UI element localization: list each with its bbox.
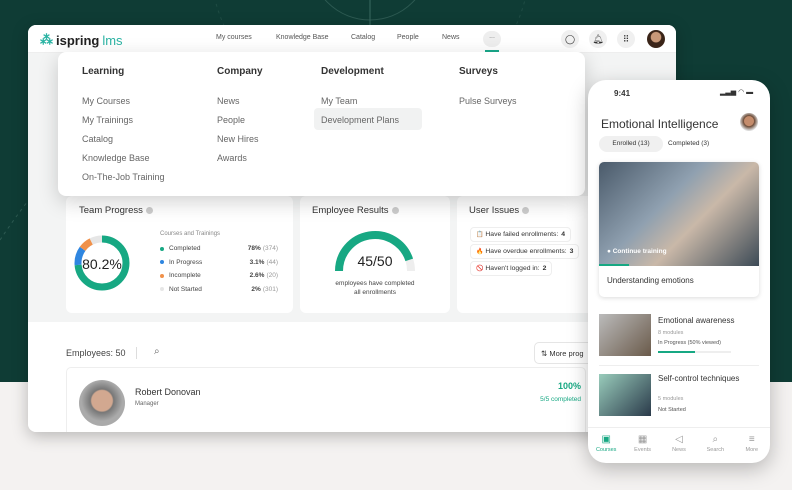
legend-dot xyxy=(160,246,164,251)
more-dropdown-menu: Learning My Courses My Trainings Catalog Kno… xyxy=(58,52,585,196)
tabbar-search[interactable]: ⌕ Search xyxy=(700,434,730,463)
menu-item[interactable]: Development Plans xyxy=(321,115,399,125)
menu-heading: Surveys xyxy=(459,66,498,77)
employee-avatar xyxy=(79,380,125,426)
legend-dot xyxy=(160,260,164,264)
menu-item[interactable]: On-The-Job Training xyxy=(82,172,165,182)
help-icon[interactable] xyxy=(391,206,399,214)
search-icon: ⌕ xyxy=(712,434,719,445)
top-header: ⁂ ispring lms My courses Knowledge Base Ca… xyxy=(28,25,676,53)
employee-row[interactable]: Robert Donovan Manager 100% 5/5 complete… xyxy=(66,367,586,432)
tabbar-courses[interactable]: ▣ Courses xyxy=(591,434,621,463)
continue-training[interactable]: Continue training xyxy=(613,248,667,255)
menu-heading: Learning xyxy=(82,66,125,77)
phone-tabbar: ▣ Courses ▦ Events ◁ News ⌕ Search ≡ More xyxy=(588,427,770,463)
calendar-icon: ▦ xyxy=(637,434,648,445)
course-thumb xyxy=(599,374,651,416)
legend-dot xyxy=(160,287,164,291)
tabbar-events[interactable]: ▦ Events xyxy=(628,434,658,463)
tabbar-more[interactable]: ≡ More xyxy=(737,434,767,463)
legend-dot xyxy=(160,273,164,278)
course-thumb xyxy=(599,314,651,356)
menu-item[interactable]: Catalog xyxy=(82,134,113,144)
user-avatar[interactable] xyxy=(647,30,665,48)
menu-item[interactable]: People xyxy=(217,115,245,125)
nav-knowledge-base[interactable]: Knowledge Base xyxy=(276,34,329,41)
issue-icon: 🔥 xyxy=(476,249,484,255)
employee-pct: 100% xyxy=(557,381,581,391)
ispring-logo[interactable]: ⁂ ispring lms xyxy=(40,32,123,48)
menu-item[interactable]: My Courses xyxy=(82,96,130,106)
issue-item[interactable]: 🔥 Have overdue enrollments: 3 xyxy=(470,244,580,259)
status-time: 9:41 xyxy=(614,89,631,98)
legend-item: In Progress 3.1% (44) xyxy=(160,259,278,266)
apps-grid-icon[interactable]: ⠿ xyxy=(617,30,635,48)
featured-title: Understanding emotions xyxy=(607,276,694,285)
menu-item[interactable]: My Team xyxy=(321,96,357,106)
course-status: Not Started xyxy=(658,407,686,413)
nav-people[interactable]: People xyxy=(397,34,419,41)
issue-icon: 📋 xyxy=(476,232,484,238)
issue-icon: 🚫 xyxy=(476,266,484,272)
donut-center-value: 80.2% xyxy=(82,256,122,272)
legend-item: Incomplete 2.6% (20) xyxy=(160,272,278,279)
legend-item: Completed 78% (374) xyxy=(160,245,278,252)
phone-avatar[interactable] xyxy=(740,113,758,131)
legend-item: Not Started 2% (301) xyxy=(160,286,278,293)
issue-item[interactable]: 🚫 Haven't logged in: 2 xyxy=(470,261,553,276)
menu-item[interactable]: Knowledge Base xyxy=(82,153,150,163)
employees-label: Employees: xyxy=(66,348,114,358)
nav-more-button[interactable]: ... xyxy=(483,31,501,47)
employees-count: 50 xyxy=(115,348,126,358)
bell-icon[interactable]: 🔔︎ xyxy=(589,30,607,48)
help-icon[interactable] xyxy=(522,206,530,214)
legend-title: Courses and Trainings xyxy=(160,231,221,237)
course-title[interactable]: Self-control techniques xyxy=(658,374,739,383)
phone-title: Emotional Intelligence xyxy=(601,117,719,131)
employee-results-title: Employee Results xyxy=(312,205,389,216)
help-icon[interactable] xyxy=(145,206,153,214)
tab-completed[interactable]: Completed (3) xyxy=(668,136,709,152)
employee-results-card: Employee Results 45/50 employees have co… xyxy=(300,196,450,313)
employee-completed: 5/5 completed xyxy=(540,396,581,403)
course-title[interactable]: Emotional awareness xyxy=(658,316,734,325)
course-modules: 5 modules xyxy=(658,396,684,402)
nav-news[interactable]: News xyxy=(442,34,460,41)
course-modules: 8 modules xyxy=(658,330,684,336)
search-icon[interactable]: ⌕ xyxy=(154,346,160,357)
tab-enrolled[interactable]: Enrolled (13) xyxy=(599,136,663,152)
mobile-app: 9:41 ▂▃▅ ◠ ▬ Emotional Intelligence Enro… xyxy=(588,80,770,463)
menu-item[interactable]: Awards xyxy=(217,153,247,163)
results-value: 45/50 xyxy=(357,253,393,269)
employees-section: Employees: 50 ⌕ ⇅ More prog Robert Donov… xyxy=(28,322,676,432)
user-issues-title: User Issues xyxy=(469,205,520,216)
megaphone-icon: ◁ xyxy=(675,434,683,445)
book-icon: ▣ xyxy=(601,434,611,445)
menu-heading: Development xyxy=(321,66,384,77)
tabbar-news[interactable]: ◁ News xyxy=(664,434,694,463)
menu-item[interactable]: New Hires xyxy=(217,134,259,144)
status-icons: ▂▃▅ ◠ ▬ xyxy=(720,89,754,96)
menu-item[interactable]: My Trainings xyxy=(82,115,133,125)
team-progress-title: Team Progress xyxy=(79,205,143,216)
results-caption-2: all enrollments xyxy=(354,289,396,296)
course-status: In Progress (50% viewed) xyxy=(658,340,721,346)
issue-item[interactable]: 📋 Have failed enrollments: 4 xyxy=(470,227,572,242)
menu-icon: ≡ xyxy=(748,434,755,445)
logo-icon: ⁂ xyxy=(40,32,53,47)
chat-icon[interactable]: ◯ xyxy=(561,30,579,48)
menu-item[interactable]: Pulse Surveys xyxy=(459,96,517,106)
featured-course-card[interactable]: ● Continue training Understanding emotio… xyxy=(599,162,759,297)
menu-item[interactable]: News xyxy=(217,96,240,106)
nav-my-courses[interactable]: My courses xyxy=(216,34,252,41)
employee-role: Manager xyxy=(135,401,159,407)
team-progress-card: Team Progress 80.2% Courses and Training… xyxy=(66,196,293,313)
employee-name: Robert Donovan xyxy=(135,387,201,397)
course-progress-bar xyxy=(658,351,731,353)
nav-catalog[interactable]: Catalog xyxy=(351,34,375,41)
menu-heading: Company xyxy=(217,66,263,77)
results-caption: employees have completed xyxy=(335,280,415,287)
